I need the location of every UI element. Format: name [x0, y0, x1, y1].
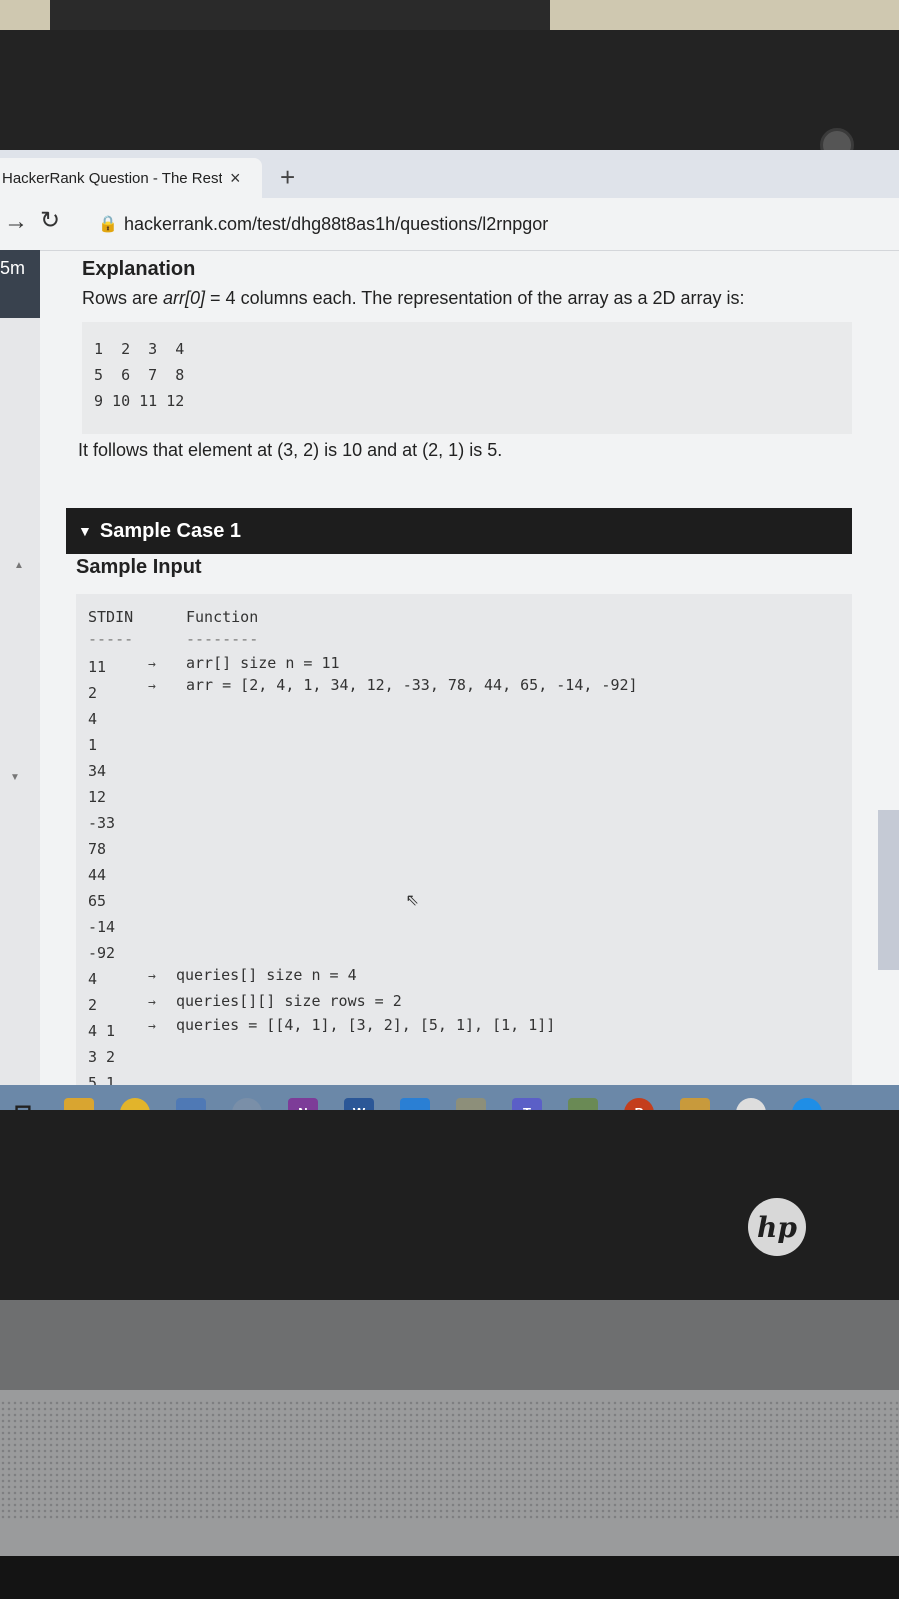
function-divider: --------: [186, 630, 259, 648]
arrow-icon: →: [148, 1019, 156, 1034]
reload-icon[interactable]: ↻: [40, 206, 60, 235]
stdin-line: 65: [88, 892, 107, 910]
stdin-line: 4: [88, 710, 98, 728]
new-tab-button[interactable]: +: [280, 162, 295, 193]
tab-close-icon[interactable]: ×: [230, 168, 241, 189]
stdin-line: 4: [88, 970, 98, 988]
forward-icon[interactable]: →: [4, 208, 28, 236]
stdin-line: -14: [88, 918, 116, 936]
stdin-line: 2: [88, 684, 98, 702]
function-header: Function: [186, 608, 259, 626]
matrix-code-block: 1 2 3 4 5 6 7 8 9 10 11 12: [82, 322, 852, 434]
tab-title: HackerRank Question - The Restr: [2, 169, 222, 187]
function-line: queries[][] size rows = 2: [176, 992, 402, 1010]
caret-down-icon: ▼: [78, 523, 92, 539]
stdin-line: 12: [88, 788, 107, 806]
powerpoint-icon[interactable]: P: [624, 1097, 654, 1110]
matrix-row: 9 10 11 12: [94, 392, 185, 410]
function-line: arr[] size n = 11: [186, 654, 340, 672]
laptop-screen: HackerRank Question - The Restr × + → ↻ …: [0, 150, 899, 1110]
stdin-header: STDIN: [88, 608, 134, 626]
arrow-icon: →: [148, 969, 156, 984]
sidebar-up-arrow-icon[interactable]: ▲: [14, 560, 24, 571]
arrow-icon: →: [148, 657, 156, 672]
arrow-icon: →: [148, 679, 156, 694]
explanation-follows-text: It follows that element at (3, 2) is 10 …: [78, 440, 503, 460]
browser-toolbar: → ↻ 🔒 hackerrank.com/test/dhg88t8as1h/qu…: [0, 198, 899, 251]
vscode-icon[interactable]: [400, 1097, 430, 1110]
sample-input-heading: Sample Input: [76, 556, 202, 578]
sidebar: [0, 250, 40, 1110]
stdin-column: 11 2 4 1 34 12 -33 78 44 65 -14 -92 4 2 …: [88, 654, 115, 1096]
app3-icon[interactable]: [568, 1097, 598, 1110]
edge-icon[interactable]: [792, 1097, 822, 1110]
app2-icon[interactable]: [456, 1097, 486, 1110]
tab-strip: HackerRank Question - The Restr × +: [0, 150, 899, 198]
explanation-heading: Explanation: [82, 258, 196, 280]
matrix-row: 5 6 7 8: [94, 366, 185, 384]
task-view-icon[interactable]: ⊟: [8, 1098, 38, 1111]
address-bar[interactable]: hackerrank.com/test/dhg88t8as1h/question…: [124, 214, 548, 235]
function-line: queries[] size n = 4: [176, 966, 357, 984]
stdin-line: 44: [88, 866, 107, 884]
sample-case-title: Sample Case 1: [99, 519, 242, 542]
stdin-divider: -----: [88, 630, 134, 648]
hp-logo: hp: [748, 1198, 806, 1256]
file-explorer-icon[interactable]: [64, 1097, 94, 1110]
app4-icon[interactable]: [680, 1097, 710, 1110]
lock-icon: 🔒: [98, 216, 118, 233]
sample-input-code-block: STDIN Function ----- -------- 11 2 4 1 3…: [76, 594, 852, 1110]
windows-taskbar: ⊟ N W T P: [0, 1085, 899, 1110]
sidebar-down-arrow-icon[interactable]: ▼: [10, 772, 20, 783]
stdin-line: -92: [88, 944, 116, 962]
keyboard-row: [0, 1556, 899, 1599]
app5-icon[interactable]: [736, 1097, 766, 1110]
arrow-icon: →: [148, 995, 156, 1010]
teams-icon[interactable]: T: [512, 1097, 542, 1110]
stdin-line: 4 1: [88, 1022, 116, 1040]
sidebar-label: 5m: [0, 258, 26, 278]
chrome-icon[interactable]: [120, 1097, 150, 1110]
browser-tab[interactable]: HackerRank Question - The Restr ×: [0, 158, 262, 198]
page-scrollbar[interactable]: [878, 810, 899, 970]
word-icon[interactable]: W: [344, 1097, 374, 1110]
explanation-rows-text: Rows are arr[0] = 4 columns each. The re…: [82, 288, 745, 308]
speaker-grille: [0, 1400, 899, 1520]
function-line: queries = [[4, 1], [3, 2], [5, 1], [1, 1…: [176, 1016, 556, 1034]
stdin-line: 2: [88, 996, 98, 1014]
paint-icon[interactable]: [232, 1097, 262, 1110]
stdin-line: 34: [88, 762, 107, 780]
stdin-line: 78: [88, 840, 107, 858]
stdin-line: 11: [88, 658, 107, 676]
onenote-icon[interactable]: N: [288, 1097, 318, 1110]
function-line: arr = [2, 4, 1, 34, 12, -33, 78, 44, 65,…: [186, 676, 638, 694]
sample-case-toggle[interactable]: ▼ Sample Case 1: [66, 508, 852, 554]
matrix-row: 1 2 3 4: [94, 340, 185, 358]
sidebar-timer: 5m: [0, 250, 40, 318]
stdin-line: -33: [88, 814, 116, 832]
app-icon[interactable]: [176, 1097, 206, 1110]
stdin-line: 1: [88, 736, 98, 754]
laptop-bezel-top: [0, 30, 899, 170]
stdin-line: 3 2: [88, 1048, 116, 1066]
mouse-cursor-icon: ⇖: [406, 886, 420, 911]
